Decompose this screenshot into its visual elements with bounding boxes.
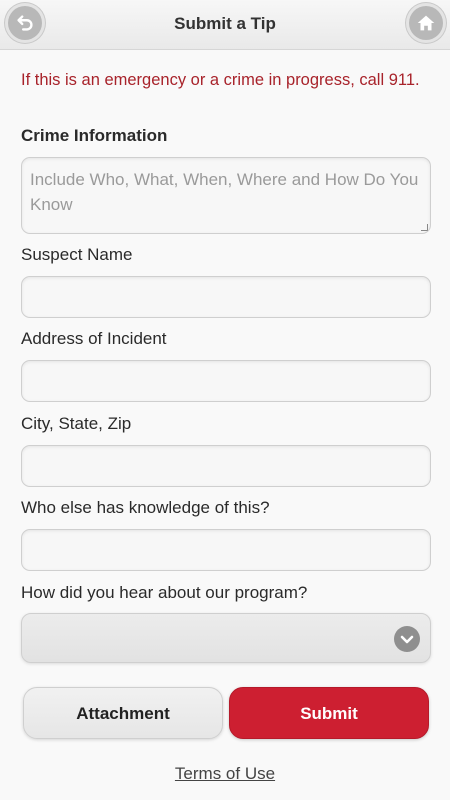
chevron-down-icon bbox=[394, 626, 420, 652]
suspect-name-input[interactable] bbox=[21, 276, 431, 318]
heard-about-label: How did you hear about our program? bbox=[21, 583, 308, 602]
city-state-zip-input[interactable] bbox=[21, 445, 431, 487]
others-knowledge-input[interactable] bbox=[21, 529, 431, 571]
resize-grip-icon[interactable] bbox=[421, 224, 428, 231]
home-icon bbox=[417, 15, 435, 31]
page-title: Submit a Tip bbox=[174, 14, 276, 33]
heard-about-select[interactable] bbox=[21, 613, 431, 663]
crime-info-placeholder: Include Who, What, When, Where and How D… bbox=[30, 170, 419, 214]
attachment-button[interactable]: Attachment bbox=[23, 687, 223, 739]
home-button[interactable] bbox=[409, 6, 443, 40]
terms-of-use-link[interactable]: Terms of Use bbox=[0, 764, 450, 784]
emergency-warning: If this is an emergency or a crime in pr… bbox=[21, 71, 420, 89]
address-label: Address of Incident bbox=[21, 329, 167, 348]
app-header: Submit a Tip bbox=[0, 0, 450, 50]
suspect-name-label: Suspect Name bbox=[21, 245, 133, 264]
others-knowledge-label: Who else has knowledge of this? bbox=[21, 498, 270, 517]
crime-info-label: Crime Information bbox=[21, 126, 168, 145]
crime-info-textarea[interactable]: Include Who, What, When, Where and How D… bbox=[21, 157, 431, 234]
submit-button[interactable]: Submit bbox=[229, 687, 429, 739]
address-input[interactable] bbox=[21, 360, 431, 402]
city-state-zip-label: City, State, Zip bbox=[21, 414, 132, 433]
